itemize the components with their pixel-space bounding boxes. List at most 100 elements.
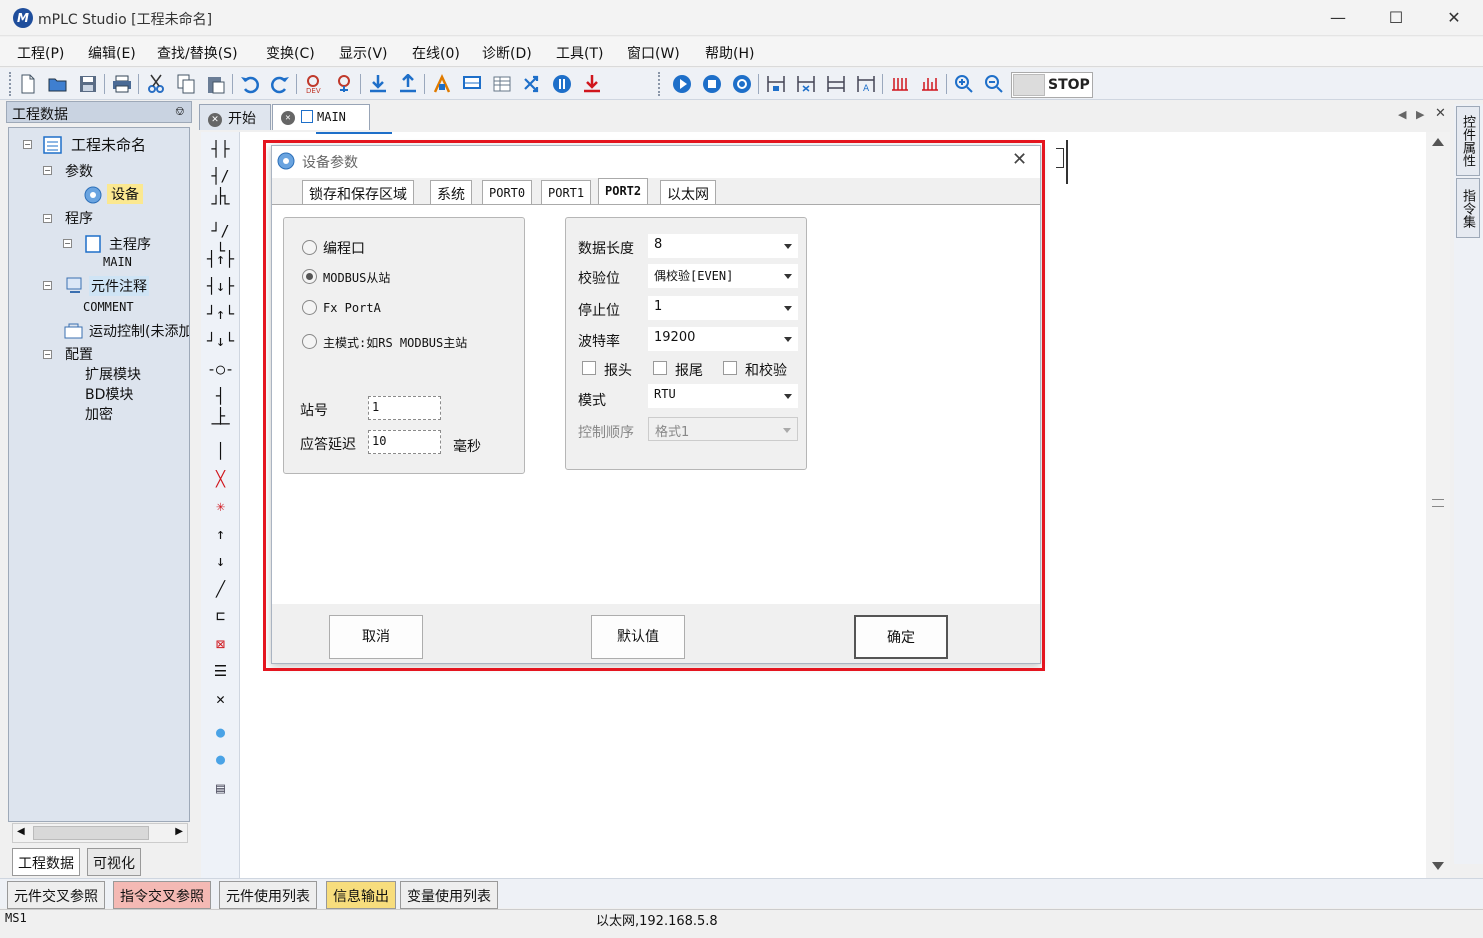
tree-device[interactable]: 设备 [107,184,143,204]
delete-vertical-icon[interactable]: ✳ [207,496,234,516]
undo-icon[interactable] [238,72,262,96]
stop-icon[interactable] [700,72,724,96]
save-icon[interactable] [76,72,100,96]
horizontal-line-icon[interactable]: ── [207,414,234,434]
vertical-line-icon[interactable]: │ [207,441,234,461]
parallel-falling-icon[interactable]: ┘↓└ [207,331,234,351]
list-icon[interactable]: ☰ [207,661,234,681]
rising-edge-icon[interactable]: ┤↑├ [207,249,234,269]
falling-edge-icon[interactable]: ┤↓├ [207,276,234,296]
parallel-no-contact-icon[interactable]: ┘└ [207,194,234,214]
redo-icon[interactable] [268,72,292,96]
collapse-icon[interactable]: − [63,239,72,248]
cut-icon[interactable] [144,72,168,96]
ladder-row-icon[interactable] [824,72,848,96]
menu-online[interactable]: 在线(0) [412,43,460,63]
instruction-icon[interactable]: ┤ ├ [207,386,234,425]
checkbox-header[interactable] [582,361,596,375]
dialog-close-icon[interactable]: ✕ [1012,149,1027,170]
bracket-icon[interactable]: ⊏ [207,606,234,626]
stop-bits-select[interactable]: 1 [648,296,798,320]
nc-contact-icon[interactable]: ┤/├ [207,166,234,205]
reset-icon[interactable] [730,72,754,96]
table-icon[interactable] [490,72,514,96]
tab-element-cross-ref[interactable]: 元件交叉参照 [7,881,105,909]
tab-scroll-right-icon[interactable]: ▶ [1416,108,1424,121]
close-tab-icon[interactable]: ✕ [281,111,295,125]
toolbar-gripper[interactable] [658,72,662,96]
copy-icon[interactable] [174,72,198,96]
collapse-icon[interactable]: − [43,214,52,223]
tab-instruction-set[interactable]: 指令集 [1456,178,1480,238]
tree-comments[interactable]: 元件注释 [89,276,149,296]
monitor-icon[interactable] [460,72,484,96]
menu-tools[interactable]: 工具(T) [556,43,603,63]
ladder-comment-icon[interactable]: A [854,72,878,96]
zoom-out-icon[interactable] [982,72,1006,96]
arrow-up-icon[interactable]: ↑ [207,524,234,544]
edit-blue-icon[interactable]: ● [207,722,234,742]
tab-system[interactable]: 系统 [430,180,472,205]
tree-main-program[interactable]: 主程序 [109,234,151,254]
tab-port1[interactable]: PORT1 [541,180,592,205]
editor-vertical-scrollbar[interactable] [1426,132,1450,878]
scroll-up-icon[interactable] [1432,138,1444,146]
tab-ethernet[interactable]: 以太网 [660,180,716,205]
close-icon[interactable]: ✕ [1434,4,1474,32]
menu-edit[interactable]: 编辑(E) [88,43,136,63]
invert-icon[interactable]: ╱ [207,579,234,599]
radio-modbus-slave[interactable] [302,269,317,284]
tree-motion-control[interactable]: 运动控制(未添加) [89,321,189,341]
checkbox-checksum[interactable] [723,361,737,375]
collapse-icon[interactable]: − [43,166,52,175]
tab-latch-save-area[interactable]: 锁存和保存区域 [302,180,414,205]
menu-view[interactable]: 显示(V) [339,43,388,63]
tree-comment[interactable]: COMMENT [83,300,134,314]
new-file-icon[interactable] [16,72,40,96]
ladder-delete-icon[interactable] [794,72,818,96]
menu-convert[interactable]: 变换(C) [266,43,315,63]
run-icon[interactable] [670,72,694,96]
tab-instruction-cross-ref[interactable]: 指令交叉参照 [113,881,211,909]
edit-blue-2-icon[interactable]: ● [207,749,234,769]
scroll-left-icon[interactable]: ◀ [17,826,25,837]
paste-icon[interactable] [204,72,228,96]
collapse-icon[interactable]: − [43,281,52,290]
tree-params[interactable]: 参数 [65,161,93,181]
tab-main[interactable]: ✕ MAIN [272,104,370,130]
comment-edit-icon[interactable]: ▤ [207,778,234,798]
tree-root[interactable]: 工程未命名 [71,134,146,155]
transfer-icon[interactable] [520,72,544,96]
pause-icon[interactable] [550,72,574,96]
tree-bd-module[interactable]: BD模块 [85,384,133,404]
menu-help[interactable]: 帮助(H) [705,43,754,63]
menu-diagnose[interactable]: 诊断(D) [482,43,532,63]
minimize-icon[interactable]: — [1318,4,1358,32]
compile-icon[interactable] [430,72,454,96]
search-replace-icon[interactable] [332,72,356,96]
menu-window[interactable]: 窗口(W) [627,43,680,63]
delete-horizontal-icon[interactable]: ╳ [207,469,234,489]
coil-icon[interactable]: -○- [207,359,234,379]
parity-select[interactable]: 偶校验[EVEN] [648,264,798,288]
ok-button[interactable]: 确定 [854,615,948,659]
pin-icon[interactable]: ⎊ [175,104,185,119]
ladder-insert-icon[interactable] [764,72,788,96]
tab-port0[interactable]: PORT0 [482,180,533,205]
checkbox-footer[interactable] [653,361,667,375]
tab-info-output[interactable]: 信息输出 [326,881,396,909]
scroll-thumb-grip[interactable] [1432,499,1444,507]
close-document-icon[interactable]: ✕ [1435,106,1446,121]
baud-rate-select[interactable]: 19200 [648,327,798,351]
parallel-nc-contact-icon[interactable]: ┘/└ [207,221,234,260]
tree-scroll-thumb[interactable] [33,826,149,840]
tab-scroll-left-icon[interactable]: ◀ [1398,108,1406,121]
ladder-red-1-icon[interactable] [888,72,912,96]
scroll-down-icon[interactable] [1432,862,1444,870]
tab-control-properties[interactable]: 控件属性 [1456,106,1480,176]
device-search-icon[interactable]: DEV [302,72,326,96]
response-delay-input[interactable]: 10 [368,430,441,454]
tab-port2[interactable]: PORT2 [598,178,649,205]
default-button[interactable]: 默认值 [591,615,685,659]
zoom-in-icon[interactable] [952,72,976,96]
